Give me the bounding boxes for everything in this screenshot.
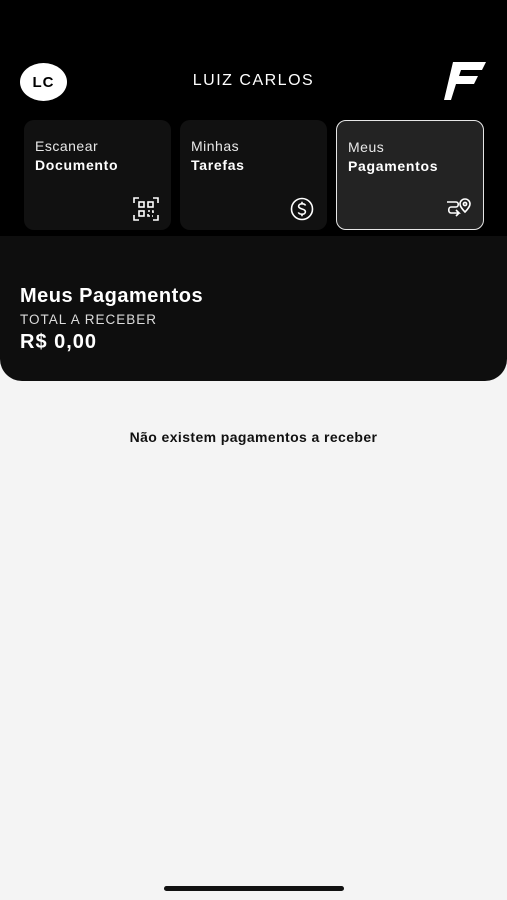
home-indicator[interactable] [164, 886, 344, 891]
empty-state-message: Não existem pagamentos a receber [129, 429, 378, 445]
total-value: R$ 0,00 [20, 331, 98, 353]
f-logo-icon [444, 62, 486, 100]
total-label: TOTAL A RECEBER [20, 312, 158, 327]
user-name: LUIZ CARLOS [192, 72, 315, 89]
route-pin-icon [447, 198, 471, 217]
top-header: LC LUIZ CARLOS Escanear Documento Minhas… [0, 0, 507, 236]
qr-scan-icon [133, 197, 159, 221]
card-label-line1: Escanear [35, 138, 99, 154]
card-label-line2: Tarefas [191, 157, 245, 173]
payments-summary-panel: Meus Pagamentos TOTAL A RECEBER R$ 0,00 [0, 236, 507, 381]
dollar-circle-icon [290, 197, 314, 221]
card-label-line1: Meus [348, 139, 385, 155]
card-meus-pagamentos[interactable]: Meus Pagamentos [336, 120, 484, 230]
card-label-line2: Documento [35, 157, 119, 173]
card-minhas-tarefas[interactable]: Minhas Tarefas [180, 120, 327, 230]
card-escanear-documento[interactable]: Escanear Documento [24, 120, 171, 230]
card-label-line1: Minhas [191, 138, 240, 154]
page-title: Meus Pagamentos [20, 285, 204, 307]
card-label-line2: Pagamentos [348, 158, 439, 174]
